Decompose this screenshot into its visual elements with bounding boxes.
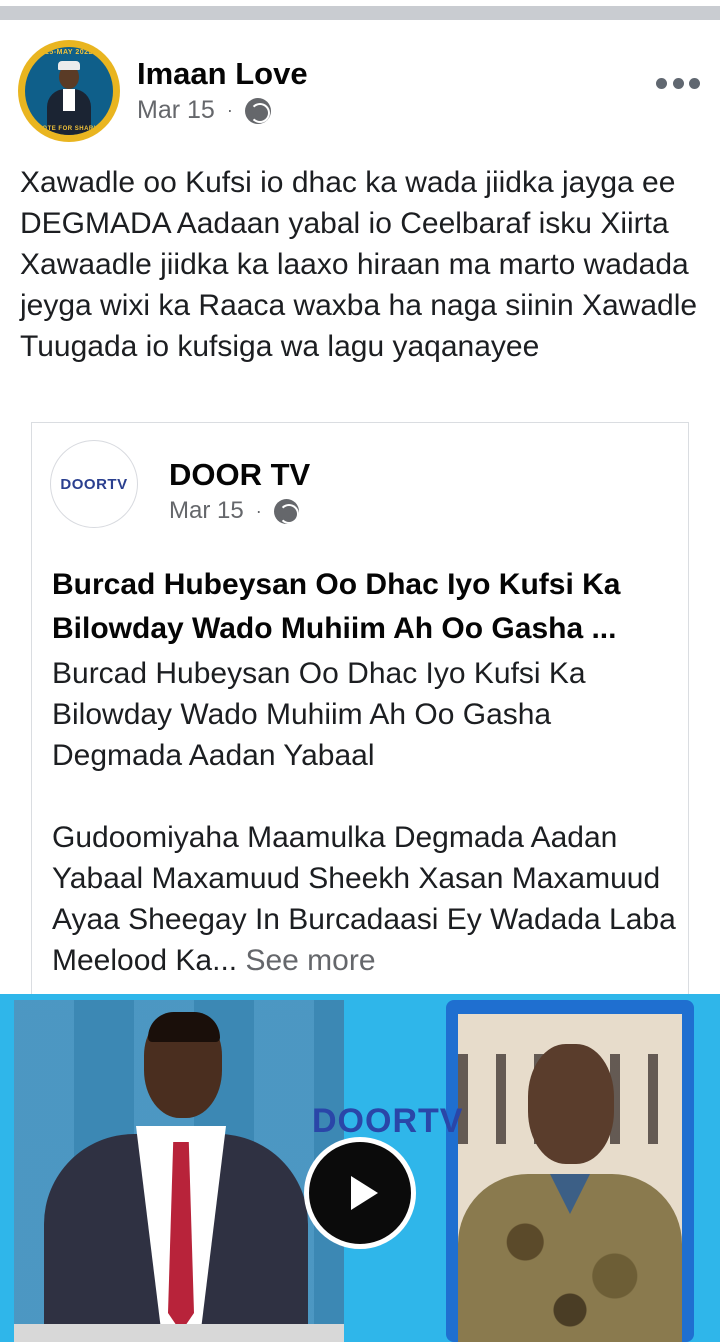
- globe-icon: [273, 498, 299, 524]
- shared-post-card[interactable]: DOORTV DOOR TV Mar 15 · Burcad Hubeysan …: [31, 422, 689, 1022]
- post-header: 15-MAY 2022 VOTE FOR SHARIF Imaan Love M…: [0, 36, 720, 142]
- post-date[interactable]: Mar 15: [137, 96, 215, 125]
- video-player[interactable]: DOORTV: [0, 994, 720, 1342]
- soldier-inset: [458, 1014, 682, 1342]
- shared-post-title: Burcad Hubeysan Oo Dhac Iyo Kufsi Ka Bil…: [52, 568, 621, 645]
- shared-post-meta: Mar 15 ·: [169, 497, 299, 525]
- doortv-watermark: DOORTV: [312, 1102, 464, 1140]
- avatar-caption-top: 15-MAY 2022: [45, 49, 93, 56]
- author-name[interactable]: Imaan Love: [137, 56, 308, 92]
- shared-post-date[interactable]: Mar 15: [169, 497, 244, 525]
- play-icon[interactable]: [304, 1137, 416, 1249]
- avatar-caption-bottom: VOTE FOR SHARIF: [37, 126, 101, 132]
- globe-icon: [244, 97, 271, 124]
- shared-page-name[interactable]: DOOR TV: [169, 457, 310, 493]
- shared-body-paragraph-2: Gudoomiyaha Maamulka Degmada Aadan Yabaa…: [52, 817, 682, 981]
- post-text: Xawadle oo Kufsi io dhac ka wada jiidka …: [20, 166, 698, 363]
- page-avatar[interactable]: DOORTV: [50, 440, 138, 528]
- meta-separator: ·: [226, 100, 233, 120]
- shared-body-paragraph-1: Burcad Hubeysan Oo Dhac Iyo Kufsi Ka Bil…: [52, 657, 586, 772]
- feed-divider: [0, 0, 720, 22]
- see-more-link[interactable]: See more: [245, 944, 375, 977]
- anchor-desk: [14, 1324, 344, 1342]
- shared-meta-separator: ·: [255, 500, 262, 521]
- shared-post-body: Burcad Hubeysan Oo Dhac Iyo Kufsi Ka Bil…: [52, 653, 682, 1022]
- more-options-icon[interactable]: [656, 76, 700, 90]
- author-avatar[interactable]: 15-MAY 2022 VOTE FOR SHARIF: [18, 40, 120, 142]
- anchor-hair: [148, 1012, 220, 1042]
- post-meta: Mar 15 ·: [137, 96, 271, 125]
